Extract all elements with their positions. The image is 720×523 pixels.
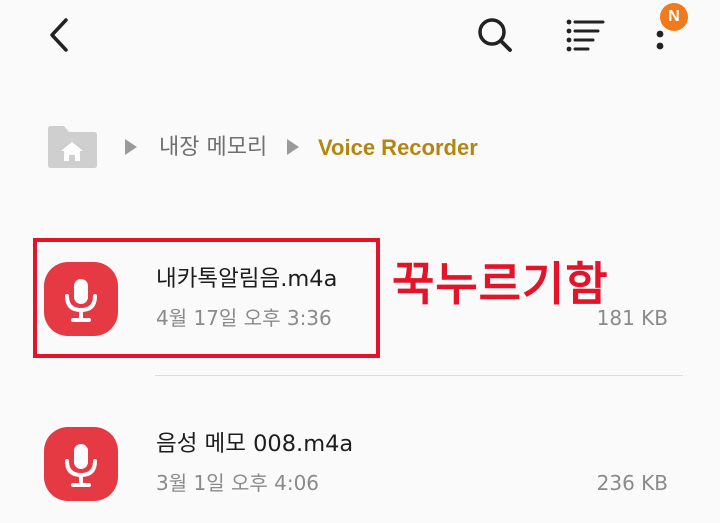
folder-home-icon <box>48 126 97 168</box>
highlight-box <box>33 238 380 358</box>
sort-button[interactable] <box>562 12 606 56</box>
file-row[interactable]: 음성 메모 008.m4a 3월 1일 오후 4:06 236 KB <box>0 403 720 523</box>
home-folder-button[interactable] <box>46 123 98 169</box>
breadcrumb-arrow-icon <box>125 139 137 155</box>
list-divider <box>155 375 683 376</box>
breadcrumb-arrow-icon <box>287 139 299 155</box>
notification-badge: N <box>660 3 688 31</box>
search-icon <box>478 18 512 52</box>
file-size: 236 KB <box>596 471 668 495</box>
microphone-icon <box>65 444 97 487</box>
annotation-text: 꾹누르기함 <box>392 257 609 311</box>
search-button[interactable] <box>472 12 516 56</box>
file-type-icon <box>44 427 118 501</box>
chevron-left-icon <box>50 18 68 52</box>
file-date: 3월 1일 오후 4:06 <box>156 471 320 495</box>
breadcrumb-internal-storage[interactable]: 내장 메모리 <box>159 134 267 162</box>
list-sort-icon <box>566 19 605 52</box>
file-name: 음성 메모 008.m4a <box>156 431 354 457</box>
breadcrumb-voice-recorder[interactable]: Voice Recorder <box>318 134 478 162</box>
back-button[interactable] <box>38 14 82 58</box>
